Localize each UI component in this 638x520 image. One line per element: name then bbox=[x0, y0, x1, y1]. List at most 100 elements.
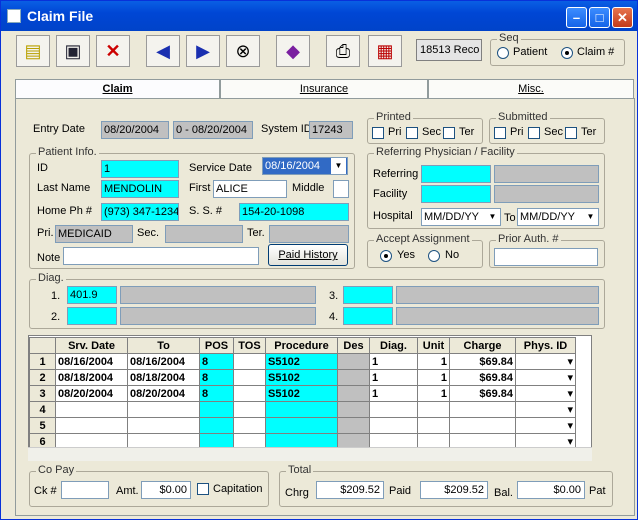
accept-yes-radio[interactable] bbox=[380, 250, 392, 262]
cell-pos[interactable]: 8 bbox=[199, 385, 234, 402]
phys-id-dropdown-icon[interactable]: ▾ bbox=[515, 353, 576, 370]
cell-tos[interactable] bbox=[233, 417, 266, 434]
cell-pos[interactable]: 8 bbox=[199, 369, 234, 386]
table-row[interactable]: 1 08/16/2004 08/16/2004 8 S5102 1 1 $69.84 ▾ bbox=[29, 353, 576, 370]
cell-charge[interactable] bbox=[449, 401, 516, 418]
cell-des[interactable] bbox=[337, 385, 370, 402]
diag-3-code-field[interactable] bbox=[343, 286, 393, 304]
hospital-from-dropdown-icon[interactable]: ▼ bbox=[485, 209, 500, 225]
col-phys-id[interactable]: Phys. ID bbox=[515, 337, 576, 354]
cell-tos[interactable] bbox=[233, 369, 266, 386]
cell-srv[interactable] bbox=[55, 401, 128, 418]
cell-unit[interactable]: 1 bbox=[417, 369, 450, 386]
seq-claim-radio[interactable] bbox=[561, 47, 573, 59]
cell-pos[interactable] bbox=[199, 417, 234, 434]
diag-4-code-field[interactable] bbox=[343, 307, 393, 325]
help-book-icon[interactable]: ◆ bbox=[276, 35, 310, 67]
check-number-field[interactable] bbox=[61, 481, 109, 499]
printed-ter-checkbox[interactable] bbox=[443, 127, 455, 139]
delete-x-icon[interactable]: ✕ bbox=[96, 35, 130, 67]
cell-proc[interactable]: S5102 bbox=[265, 369, 338, 386]
primary-ins-field[interactable]: MEDICAID bbox=[55, 225, 133, 243]
cell-pos[interactable]: 8 bbox=[199, 353, 234, 370]
cell-unit[interactable] bbox=[417, 401, 450, 418]
tab-insurance[interactable]: Insurance bbox=[220, 79, 428, 99]
cell-proc[interactable] bbox=[265, 401, 338, 418]
cell-des[interactable] bbox=[337, 353, 370, 370]
cell-srv[interactable]: 08/20/2004 bbox=[55, 385, 128, 402]
maximize-button[interactable]: □ bbox=[589, 7, 610, 28]
table-row[interactable]: 3 08/20/2004 08/20/2004 8 S5102 1 1 $69.84 ▾ bbox=[29, 385, 576, 402]
cell-charge[interactable] bbox=[449, 417, 516, 434]
minimize-button[interactable]: – bbox=[566, 7, 587, 28]
tab-misc[interactable]: Misc. bbox=[428, 79, 634, 99]
prior-auth-field[interactable] bbox=[494, 248, 598, 266]
cell-unit[interactable]: 1 bbox=[417, 353, 450, 370]
system-id-field[interactable]: 17243 bbox=[309, 121, 353, 139]
tertiary-ins-field[interactable] bbox=[269, 225, 349, 243]
diag-1-desc-field[interactable] bbox=[120, 286, 316, 304]
cell-to[interactable]: 08/16/2004 bbox=[127, 353, 200, 370]
cell-srv[interactable]: 08/16/2004 bbox=[55, 353, 128, 370]
table-row[interactable]: 4 ▾ bbox=[29, 401, 576, 418]
note-field[interactable] bbox=[63, 247, 259, 265]
cell-des[interactable] bbox=[337, 401, 370, 418]
col-procedure[interactable]: Procedure bbox=[265, 337, 338, 354]
cell-diag[interactable]: 1 bbox=[369, 385, 418, 402]
cell-diag[interactable] bbox=[369, 401, 418, 418]
diag-3-desc-field[interactable] bbox=[396, 286, 599, 304]
close-button[interactable]: ✕ bbox=[612, 7, 633, 28]
cell-charge[interactable]: $69.84 bbox=[449, 385, 516, 402]
printer-icon[interactable]: ⎙ bbox=[326, 35, 360, 67]
diag-2-desc-field[interactable] bbox=[120, 307, 316, 325]
first-name-field[interactable]: ALICE bbox=[213, 180, 287, 198]
printed-pri-checkbox[interactable] bbox=[372, 127, 384, 139]
submitted-sec-checkbox[interactable] bbox=[528, 127, 540, 139]
diag-4-desc-field[interactable] bbox=[396, 307, 599, 325]
last-name-field[interactable]: MENDOLIN bbox=[101, 180, 179, 198]
col-tos[interactable]: TOS bbox=[233, 337, 266, 354]
paid-history-button[interactable]: Paid History bbox=[268, 244, 348, 266]
col-to[interactable]: To bbox=[127, 337, 200, 354]
col-srv-date[interactable]: Srv. Date bbox=[55, 337, 128, 354]
cell-pos[interactable] bbox=[199, 401, 234, 418]
entry-range-field[interactable]: 0 - 08/20/2004 bbox=[173, 121, 253, 139]
phys-id-dropdown-icon[interactable]: ▾ bbox=[515, 385, 576, 402]
home-phone-field[interactable]: (973) 347-1234 bbox=[101, 203, 179, 221]
diag-2-code-field[interactable] bbox=[67, 307, 117, 325]
referring-field[interactable] bbox=[421, 165, 491, 183]
col-charge[interactable]: Charge bbox=[449, 337, 516, 354]
cell-proc[interactable] bbox=[265, 417, 338, 434]
cell-srv[interactable] bbox=[55, 417, 128, 434]
capitation-checkbox[interactable] bbox=[197, 483, 209, 495]
referring-name-field[interactable] bbox=[494, 165, 599, 183]
next-arrow-icon[interactable]: ▶ bbox=[186, 35, 220, 67]
save-disk-icon[interactable]: ▣ bbox=[56, 35, 90, 67]
new-document-icon[interactable]: ▤ bbox=[16, 35, 50, 67]
cell-proc[interactable]: S5102 bbox=[265, 385, 338, 402]
cell-des[interactable] bbox=[337, 417, 370, 434]
cell-proc[interactable]: S5102 bbox=[265, 353, 338, 370]
middle-name-field[interactable] bbox=[333, 180, 349, 198]
cell-tos[interactable] bbox=[233, 385, 266, 402]
table-row[interactable]: 5 ▾ bbox=[29, 417, 576, 434]
cell-charge[interactable]: $69.84 bbox=[449, 369, 516, 386]
cell-diag[interactable]: 1 bbox=[369, 369, 418, 386]
cell-to[interactable]: 08/20/2004 bbox=[127, 385, 200, 402]
cell-to[interactable]: 08/18/2004 bbox=[127, 369, 200, 386]
cell-diag[interactable]: 1 bbox=[369, 353, 418, 370]
grid-horizontal-scrollbar[interactable] bbox=[28, 447, 592, 461]
col-diag[interactable]: Diag. bbox=[369, 337, 418, 354]
calculator-icon[interactable]: ▦ bbox=[368, 35, 402, 67]
cell-to[interactable] bbox=[127, 401, 200, 418]
patient-id-field[interactable]: 1 bbox=[101, 160, 179, 178]
cell-srv[interactable]: 08/18/2004 bbox=[55, 369, 128, 386]
tab-claim[interactable]: Claim bbox=[15, 79, 220, 99]
seq-patient-radio[interactable] bbox=[497, 47, 509, 59]
phys-id-dropdown-icon[interactable]: ▾ bbox=[515, 369, 576, 386]
hospital-to-dropdown-icon[interactable]: ▼ bbox=[583, 209, 598, 225]
col-pos[interactable]: POS bbox=[199, 337, 234, 354]
cell-to[interactable] bbox=[127, 417, 200, 434]
service-date-dropdown-icon[interactable]: ▼ bbox=[331, 158, 346, 174]
phys-id-dropdown-icon[interactable]: ▾ bbox=[515, 401, 576, 418]
